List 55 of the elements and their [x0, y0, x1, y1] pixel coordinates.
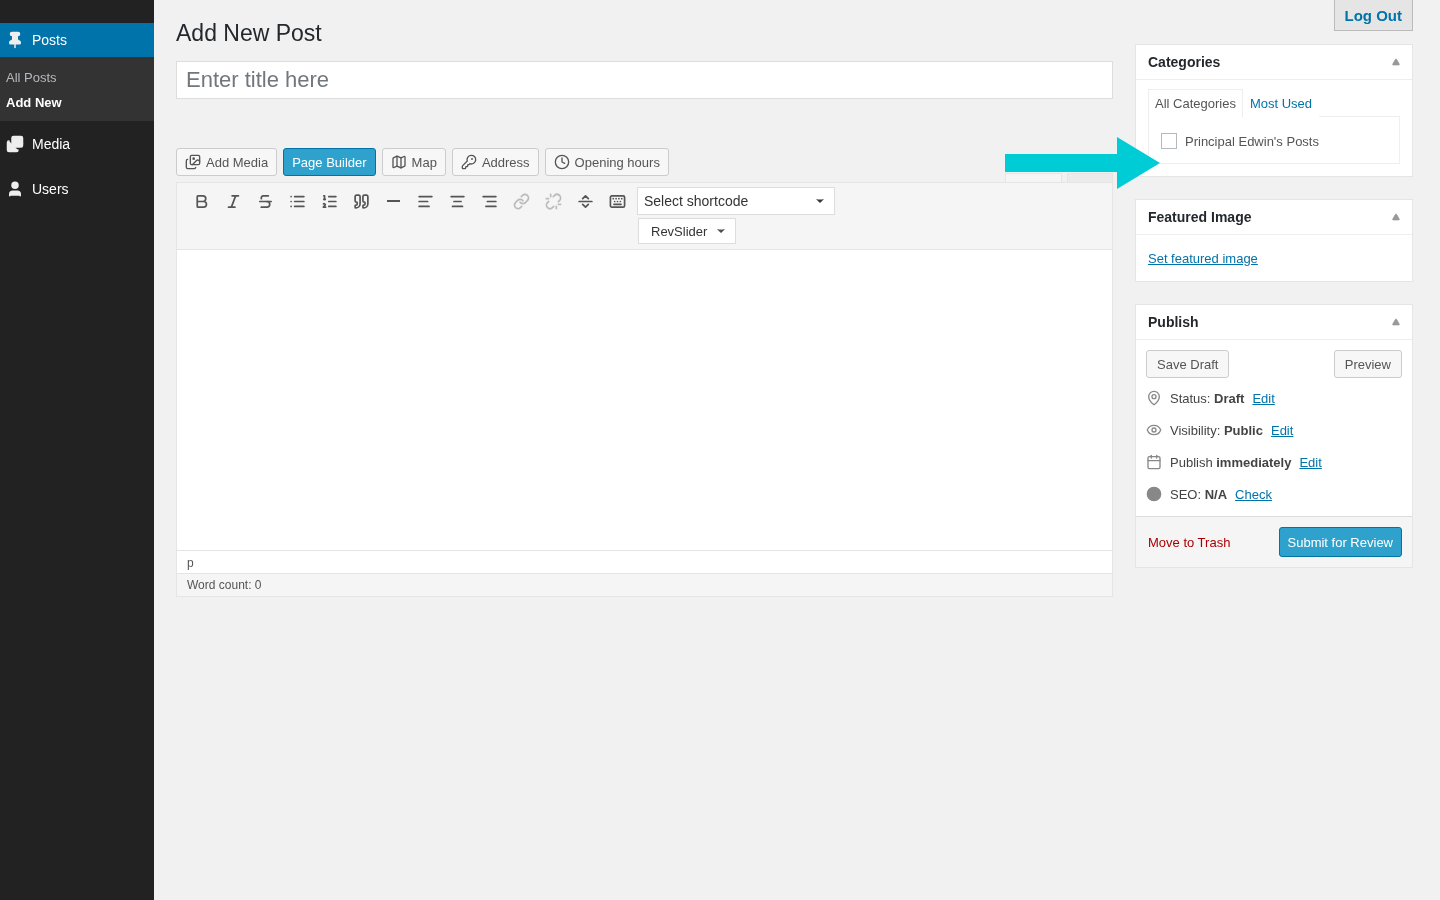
word-count: Word count: 0	[177, 573, 1112, 596]
move-to-trash-link[interactable]: Move to Trash	[1148, 534, 1231, 550]
category-tab[interactable]: All Categories	[1148, 89, 1243, 117]
key-icon	[460, 154, 477, 170]
title-field[interactable]: Enter title here	[176, 61, 1113, 99]
panel-title: Publish	[1148, 314, 1199, 330]
sidebar-item[interactable]: Users	[0, 166, 154, 211]
publish-info: Status: Draft	[1170, 390, 1245, 406]
media-icon	[185, 154, 201, 170]
collapse-icon[interactable]	[1392, 58, 1400, 66]
panel-title: Featured Image	[1148, 209, 1252, 225]
page-title: Add New Post	[176, 20, 323, 47]
sidebar-item[interactable]: Posts	[0, 23, 154, 57]
media-icon	[6, 134, 24, 153]
publish-info: Visibility: Public	[1170, 422, 1263, 438]
publish-info: Publish immediately	[1170, 454, 1292, 470]
calendar-icon	[1146, 454, 1162, 470]
media-button[interactable]: Map	[381, 148, 446, 176]
numbered-list-icon	[320, 192, 338, 210]
map-icon	[390, 154, 407, 170]
media-button[interactable]: Add Media	[176, 148, 278, 176]
edit-link[interactable]: Check	[1235, 486, 1272, 502]
media-button[interactable]: Address	[451, 148, 539, 176]
pin-icon	[6, 31, 24, 49]
panel-title: Categories	[1148, 54, 1221, 70]
horizontal-line-icon	[386, 200, 400, 202]
logout-button[interactable]: Log Out	[1333, 0, 1413, 31]
strikethrough-icon	[256, 192, 274, 210]
preview-button[interactable]: Preview	[1333, 350, 1402, 378]
edit-link[interactable]: Edit	[1299, 454, 1322, 470]
eye-icon	[1146, 422, 1162, 438]
media-button[interactable]: Opening hours	[544, 148, 669, 176]
quote-icon	[352, 192, 370, 210]
edit-link[interactable]: Edit	[1252, 390, 1275, 406]
save-draft-button[interactable]: Save Draft	[1146, 350, 1230, 378]
shortcode-select[interactable]: Select shortcode	[637, 187, 835, 215]
collapse-icon[interactable]	[1392, 213, 1400, 221]
category-checkbox[interactable]	[1161, 133, 1177, 149]
pin-icon	[1146, 390, 1162, 406]
link-icon	[512, 192, 530, 210]
keyboard-icon	[608, 192, 626, 210]
publish-info: SEO: N/A	[1170, 486, 1228, 502]
edit-link[interactable]: Edit	[1270, 422, 1294, 438]
read-more-icon	[576, 192, 594, 210]
submenu-item[interactable]: Add New	[0, 90, 154, 115]
set-featured-image-link[interactable]: Set featured image	[1148, 251, 1258, 266]
collapse-icon[interactable]	[1392, 318, 1400, 326]
sidebar-item[interactable]: Media	[0, 121, 154, 166]
clock-icon	[553, 154, 570, 170]
dot-icon	[1146, 486, 1162, 502]
user-icon	[6, 179, 24, 198]
revslider-dropdown[interactable]: RevSlider	[638, 218, 737, 244]
unlink-icon	[544, 192, 562, 210]
category-label: Principal Edwin's Posts	[1185, 133, 1319, 149]
submenu-item[interactable]: All Posts	[0, 65, 154, 90]
